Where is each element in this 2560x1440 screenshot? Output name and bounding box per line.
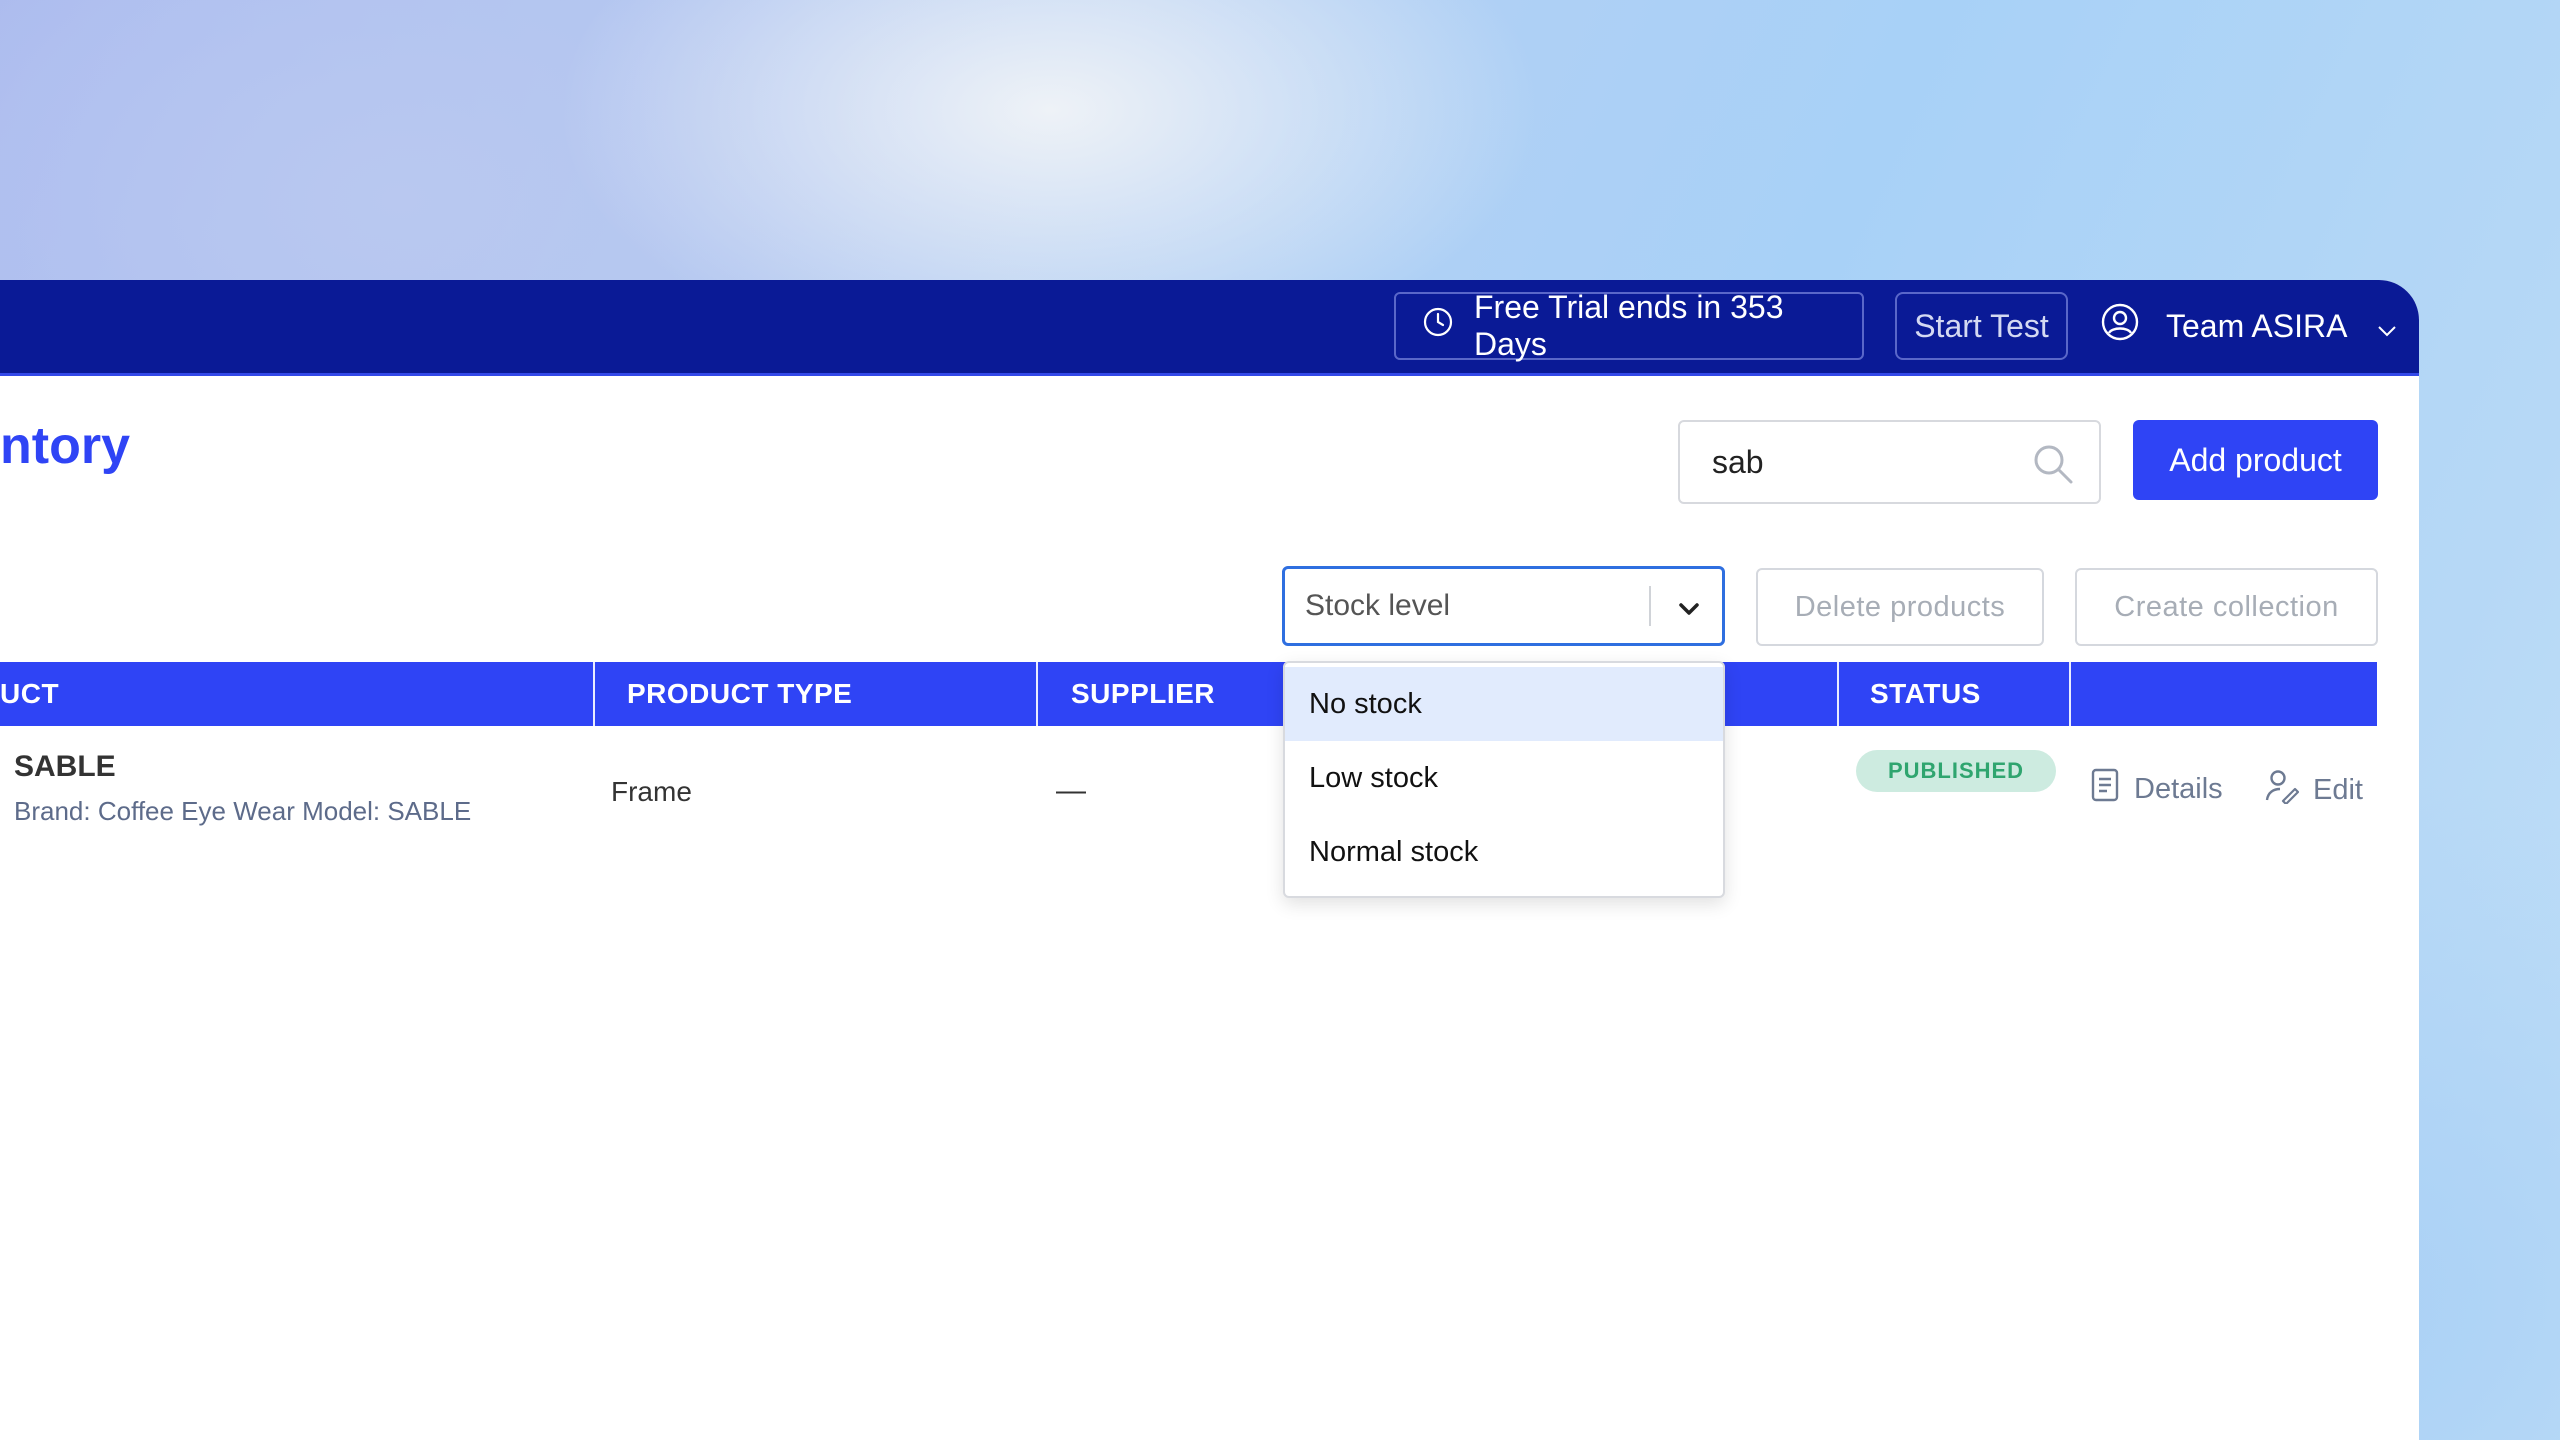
clock-icon <box>1422 306 1454 346</box>
add-product-button[interactable]: Add product <box>2133 420 2378 500</box>
free-trial-text: Free Trial ends in 353 Days <box>1474 289 1784 362</box>
delete-products-button[interactable]: Delete products <box>1756 568 2044 646</box>
table-header: UCT PRODUCT TYPE SUPPLIER STATUS <box>0 662 2377 726</box>
product-subtitle: Brand: Coffee Eye Wear Model: SABLE <box>14 796 472 826</box>
free-trial-indicator[interactable]: Free Trial ends in 353 Days <box>1394 289 1864 362</box>
edit-label: Edit <box>2313 773 2363 806</box>
top-bar: Free Trial ends in 353 Days Start Test T… <box>0 280 2419 376</box>
table-row[interactable]: SABLE Brand: Coffee Eye Wear Model: SABL… <box>0 726 2377 866</box>
header-divider <box>1837 662 1839 726</box>
option-normal-stock[interactable]: Normal stock <box>1285 815 1723 889</box>
chevron-down-icon <box>2377 308 2397 345</box>
header-divider <box>2069 662 2071 726</box>
header-product[interactable]: UCT <box>0 662 59 726</box>
team-name: Team ASIRA <box>2166 307 2348 344</box>
search-box[interactable] <box>1678 420 2101 504</box>
header-product-type[interactable]: PRODUCT TYPE <box>627 662 852 726</box>
product-type: Frame <box>611 776 692 807</box>
details-link[interactable]: Details <box>2090 768 2223 810</box>
stock-level-select[interactable]: Stock level <box>1282 566 1725 646</box>
create-collection-button[interactable]: Create collection <box>2075 568 2378 646</box>
status-badge: PUBLISHED <box>1856 750 2056 792</box>
header-divider <box>1036 662 1038 726</box>
stock-level-value: Stock level <box>1305 589 1451 622</box>
edit-link[interactable]: Edit <box>2265 768 2363 812</box>
option-low-stock[interactable]: Low stock <box>1285 741 1723 815</box>
option-no-stock[interactable]: No stock <box>1285 667 1723 741</box>
select-separator <box>1649 586 1651 626</box>
search-input[interactable] <box>1712 443 2032 481</box>
supplier: — <box>1056 774 1086 807</box>
user-circle-icon <box>2100 302 2140 350</box>
search-icon[interactable] <box>2031 442 2075 491</box>
team-menu[interactable]: Team ASIRA <box>2100 292 2397 360</box>
product-name: SABLE <box>14 750 116 783</box>
details-label: Details <box>2134 772 2223 805</box>
header-divider <box>593 662 595 726</box>
header-status[interactable]: STATUS <box>1870 662 1981 726</box>
user-edit-icon <box>2265 768 2300 812</box>
app-window: Free Trial ends in 353 Days Start Test T… <box>0 280 2419 1440</box>
start-test-button[interactable]: Start Test <box>1895 292 2068 360</box>
chevron-down-icon[interactable] <box>1669 589 1709 634</box>
document-icon <box>2090 768 2120 810</box>
stock-level-dropdown-menu: No stock Low stock Normal stock <box>1283 661 1725 898</box>
page-title: ntory <box>0 417 130 475</box>
header-supplier[interactable]: SUPPLIER <box>1071 662 1215 726</box>
